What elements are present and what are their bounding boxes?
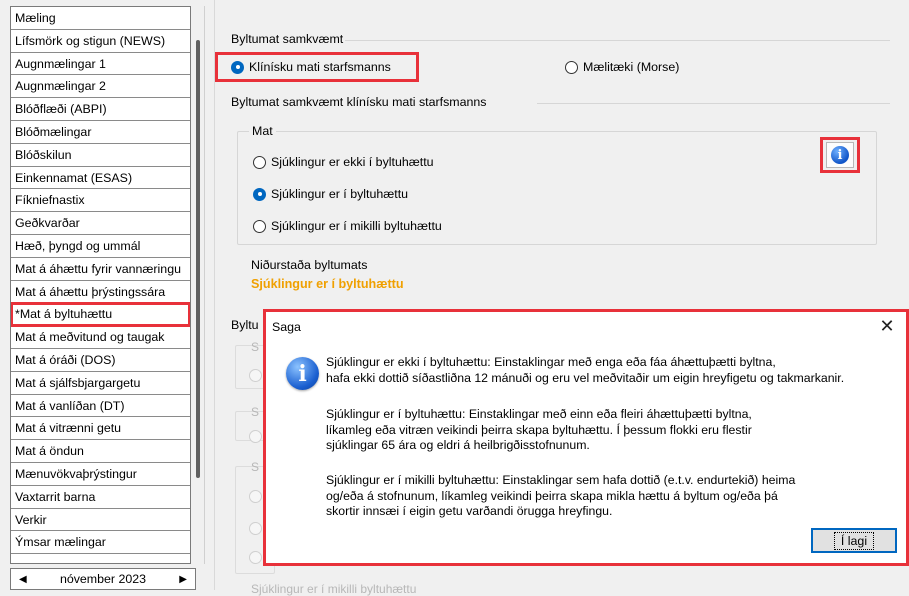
sidebar-item[interactable]: Verkir bbox=[11, 509, 190, 532]
disabled-radio-icon bbox=[249, 551, 262, 564]
disabled-option-text: Sjúklingur er í mikilli byltuhættu bbox=[251, 582, 417, 596]
close-icon[interactable]: ✕ bbox=[874, 314, 900, 338]
assessment-basis-title: Byltumat samkvæmt bbox=[231, 32, 344, 46]
ok-button[interactable]: Í lagi bbox=[811, 528, 897, 553]
list-scroll-thumb[interactable] bbox=[196, 40, 200, 478]
sidebar-item[interactable]: Blóðflæði (ABPI) bbox=[11, 98, 190, 121]
sidebar-item[interactable]: Geðkvarðar bbox=[11, 212, 190, 235]
sidebar-item[interactable]: Mat á meðvitund og taugak bbox=[11, 326, 190, 349]
next-month-icon[interactable]: ▶ bbox=[179, 574, 187, 585]
sidebar-item[interactable]: Mæling bbox=[11, 7, 190, 30]
disabled-group-label: S bbox=[251, 405, 260, 419]
sidebar-item[interactable]: Blóðmælingar bbox=[11, 121, 190, 144]
sidebar-item[interactable]: Vaxtarrit barna bbox=[11, 486, 190, 509]
sidebar-item[interactable]: Mat á áhættu þrýstingssára bbox=[11, 281, 190, 304]
ok-button-label: Í lagi bbox=[833, 531, 875, 550]
disabled-radio-icon bbox=[249, 369, 262, 382]
dialog-message-high-risk: Sjúklingur er í mikilli byltuhættu: Eins… bbox=[326, 473, 796, 518]
sidebar-item[interactable]: Blóðskilun bbox=[11, 144, 190, 167]
sidebar-item[interactable]: *Mat á byltuhættu bbox=[11, 302, 190, 328]
sidebar-item[interactable]: Mat á óráði (DOS) bbox=[11, 349, 190, 372]
radio-not-at-risk[interactable]: Sjúklingur er ekki í byltuhættu bbox=[253, 155, 434, 169]
partial-group-title: Byltu bbox=[231, 318, 259, 332]
sidebar-item[interactable]: Ýmsar mælingar bbox=[11, 531, 190, 555]
sidebar-item[interactable]: Hæð, þyngd og ummál bbox=[11, 235, 190, 258]
dialog-message-not-at-risk: Sjúklingur er ekki í byltuhættu: Einstak… bbox=[326, 355, 845, 385]
month-label: nóvember 2023 bbox=[59, 572, 147, 586]
disabled-group-label: S bbox=[251, 460, 260, 474]
radio-label: Sjúklingur er í mikilli byltuhættu bbox=[271, 219, 442, 233]
sidebar-item[interactable]: Mat á vitrænni getu bbox=[11, 417, 190, 441]
disabled-radio-icon bbox=[249, 430, 262, 443]
disabled-group-label: S bbox=[251, 340, 260, 354]
radio-checked-icon bbox=[253, 187, 266, 201]
disabled-radio-icon bbox=[249, 490, 262, 503]
disabled-radio-icon bbox=[249, 522, 262, 535]
sidebar-item[interactable]: Augnmælingar 1 bbox=[11, 53, 190, 76]
dialog-title: Saga bbox=[272, 319, 301, 334]
sidebar-item[interactable]: Mænuvökvaþrýstingur bbox=[11, 463, 190, 486]
dialog-message-at-risk: Sjúklingur er í byltuhættu: Einstaklinga… bbox=[326, 407, 752, 452]
radio-label: Mælitæki (Morse) bbox=[583, 60, 680, 74]
sidebar-item[interactable]: Mat á sjálfsbjargargetu bbox=[11, 372, 190, 395]
radio-unchecked-icon bbox=[565, 60, 578, 74]
radio-label: Sjúklingur er í byltuhættu bbox=[271, 187, 409, 201]
radio-at-risk[interactable]: Sjúklingur er í byltuhættu bbox=[253, 187, 408, 201]
sidebar-item[interactable]: Mat á vanlíðan (DT) bbox=[11, 395, 190, 418]
mat-group-title: Mat bbox=[249, 124, 276, 138]
radio-label: Sjúklingur er ekki í byltuhættu bbox=[271, 155, 434, 169]
radio-unchecked-icon bbox=[253, 219, 266, 233]
left-panel: Mæling Lífsmörk og stigun (NEWS) Augnmælin… bbox=[0, 0, 206, 590]
sidebar-item[interactable]: Mat á öndun bbox=[11, 440, 190, 463]
info-icon: i bbox=[831, 146, 849, 164]
info-icon: i bbox=[286, 357, 319, 390]
dialog-body: i Sjúklingur er ekki í byltuhættu: Einst… bbox=[266, 341, 906, 563]
month-navigator: ◀ nóvember 2023 ▶ bbox=[10, 568, 196, 590]
radio-high-risk[interactable]: Sjúklingur er í mikilli byltuhættu bbox=[253, 219, 442, 233]
divider bbox=[345, 40, 890, 41]
list-scrollbar[interactable] bbox=[191, 6, 205, 564]
divider bbox=[537, 103, 890, 104]
result-label: Niðurstaða byltumats bbox=[251, 258, 368, 272]
radio-clinical-assessment[interactable]: Klínísku mati starfsmanns bbox=[231, 60, 391, 74]
sidebar-item[interactable]: Mat á áhættu fyrir vannæringu bbox=[11, 258, 190, 281]
sidebar-item[interactable]: Einkennamat (ESAS) bbox=[11, 167, 190, 190]
radio-label: Klínísku mati starfsmanns bbox=[249, 60, 391, 74]
info-button[interactable]: i bbox=[820, 137, 860, 173]
measurement-list: Mæling Lífsmörk og stigun (NEWS) Augnmælin… bbox=[10, 6, 191, 564]
prev-month-icon[interactable]: ◀ bbox=[19, 574, 27, 585]
sidebar-item[interactable]: Lífsmörk og stigun (NEWS) bbox=[11, 30, 190, 53]
result-value: Sjúklingur er í byltuhættu bbox=[251, 277, 404, 291]
info-dialog: Saga ✕ i Sjúklingur er ekki í byltuhættu… bbox=[263, 309, 909, 566]
sidebar-item[interactable]: Augnmælingar 2 bbox=[11, 75, 190, 99]
sidebar-item[interactable]: Fíkniefnastix bbox=[11, 189, 190, 213]
radio-checked-icon bbox=[231, 60, 244, 74]
dialog-titlebar[interactable]: Saga ✕ bbox=[266, 312, 906, 341]
info-button-face[interactable]: i bbox=[826, 142, 854, 168]
clinical-section-title: Byltumat samkvæmt klínísku mati starfsma… bbox=[231, 95, 487, 109]
radio-morse-device[interactable]: Mælitæki (Morse) bbox=[565, 60, 679, 74]
radio-unchecked-icon bbox=[253, 155, 266, 169]
